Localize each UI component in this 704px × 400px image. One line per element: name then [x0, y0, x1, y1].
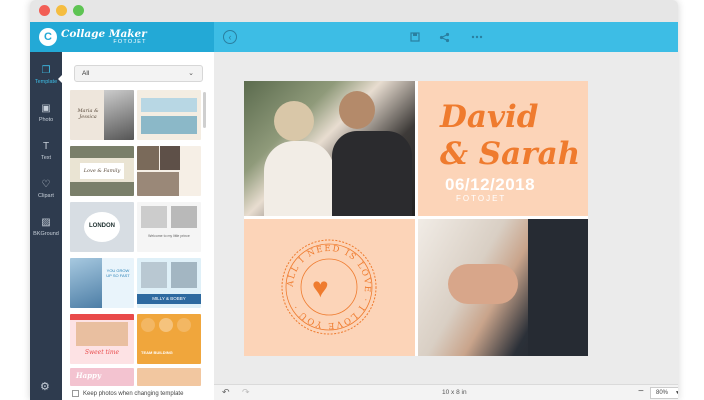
- sidebar-item-bkground[interactable]: ▨ BKGround: [30, 212, 62, 248]
- template-thumbnail[interactable]: Happy: [70, 368, 134, 386]
- brand-text[interactable]: FOTOJET: [456, 194, 506, 203]
- chevron-down-icon: ⌄: [188, 70, 194, 77]
- template-thumbnail[interactable]: [137, 90, 201, 140]
- template-panel: All ⌄ Maria & Jessica Love & Family LOND…: [62, 52, 214, 400]
- template-thumbnail[interactable]: YOU GROW UP SO FAST: [70, 258, 134, 308]
- gear-icon[interactable]: ⚙: [40, 380, 50, 393]
- chevron-down-icon: ▼: [675, 390, 678, 396]
- template-category-select[interactable]: All ⌄: [74, 65, 203, 82]
- template-thumbnail[interactable]: [137, 146, 201, 196]
- template-thumbnail[interactable]: Sweet time: [70, 314, 134, 364]
- template-icon: ❐: [41, 65, 51, 76]
- sidebar-item-label: Text: [40, 155, 52, 161]
- keep-photos-option[interactable]: Keep photos when changing template: [72, 390, 183, 397]
- heart-outline-icon: ♡: [41, 179, 51, 190]
- app-logo[interactable]: C Collage Maker FOTOJET: [30, 22, 214, 52]
- sidebar-item-label: Photo: [38, 117, 54, 123]
- template-thumbnail[interactable]: LONDON: [70, 202, 134, 252]
- love-ring-badge: ALL I NEED IS LOVE · I LOVE YOU ·: [281, 239, 377, 335]
- template-thumbnail[interactable]: Welcome to my little prince: [137, 202, 201, 252]
- top-toolbar: C Collage Maker FOTOJET ‹: [30, 22, 678, 52]
- left-sidebar: ❐ Template ▣ Photo T Text ♡ Clipart ▨ BK…: [30, 52, 63, 400]
- minimize-window-button[interactable]: [56, 5, 67, 16]
- sidebar-item-photo[interactable]: ▣ Photo: [30, 98, 62, 134]
- template-thumbnail[interactable]: Love & Family: [70, 146, 134, 196]
- sidebar-item-clipart[interactable]: ♡ Clipart: [30, 174, 62, 210]
- logo-mark-icon: C: [39, 28, 57, 46]
- template-thumbnail[interactable]: MILLY & BOBBY: [137, 258, 201, 308]
- close-window-button[interactable]: [39, 5, 50, 16]
- name-line-2[interactable]: & Sarah: [440, 136, 580, 173]
- sidebar-item-label: BKGround: [33, 231, 59, 237]
- logo-title: Collage Maker: [61, 27, 147, 40]
- bottom-bar: ↶ ↷ 10 x 8 in − 80% ▼ +: [214, 384, 678, 400]
- zoom-value: 80%: [656, 390, 669, 396]
- template-thumbnail[interactable]: TEAM BUILDING: [137, 314, 201, 364]
- sidebar-item-label: Template: [34, 79, 58, 85]
- template-thumbnail[interactable]: Maria & Jessica: [70, 90, 134, 140]
- select-value: All: [82, 70, 90, 77]
- love-badge-cell[interactable]: ALL I NEED IS LOVE · I LOVE YOU · ♥: [244, 219, 415, 356]
- keep-photos-checkbox[interactable]: [72, 390, 79, 397]
- share-icon[interactable]: [437, 30, 451, 44]
- background-icon: ▨: [41, 217, 51, 228]
- heart-icon: ♥: [312, 272, 329, 303]
- back-arrow-icon[interactable]: ‹: [223, 30, 237, 44]
- photo-cell-hands[interactable]: [418, 219, 588, 356]
- more-icon[interactable]: [470, 30, 484, 44]
- photo-cell-couple[interactable]: [244, 81, 415, 216]
- panel-scrollbar[interactable]: [203, 92, 206, 128]
- logo-subtitle: FOTOJET: [113, 39, 147, 45]
- photo-icon: ▣: [41, 103, 51, 114]
- sidebar-item-label: Clipart: [38, 193, 54, 199]
- sidebar-item-template[interactable]: ❐ Template: [30, 60, 63, 96]
- maximize-window-button[interactable]: [73, 5, 84, 16]
- wedding-date[interactable]: 06/12/2018: [445, 175, 535, 195]
- zoom-select[interactable]: 80% ▼: [650, 387, 678, 399]
- text-icon: T: [42, 141, 50, 152]
- title-bar: [30, 0, 678, 22]
- save-icon[interactable]: [408, 30, 422, 44]
- collage-design[interactable]: David & Sarah 06/12/2018 FOTOJET ALL I N…: [244, 81, 588, 356]
- undo-icon[interactable]: ↶: [222, 387, 230, 398]
- name-line-1[interactable]: David: [440, 99, 580, 136]
- sidebar-item-text[interactable]: T Text: [30, 136, 62, 172]
- template-thumbnail[interactable]: [137, 368, 201, 386]
- name-text-cell[interactable]: David & Sarah 06/12/2018 FOTOJET: [418, 81, 588, 216]
- redo-icon[interactable]: ↷: [242, 387, 250, 398]
- zoom-out-button[interactable]: −: [638, 386, 644, 397]
- canvas-size-label: 10 x 8 in: [442, 389, 467, 396]
- keep-photos-label: Keep photos when changing template: [83, 390, 184, 397]
